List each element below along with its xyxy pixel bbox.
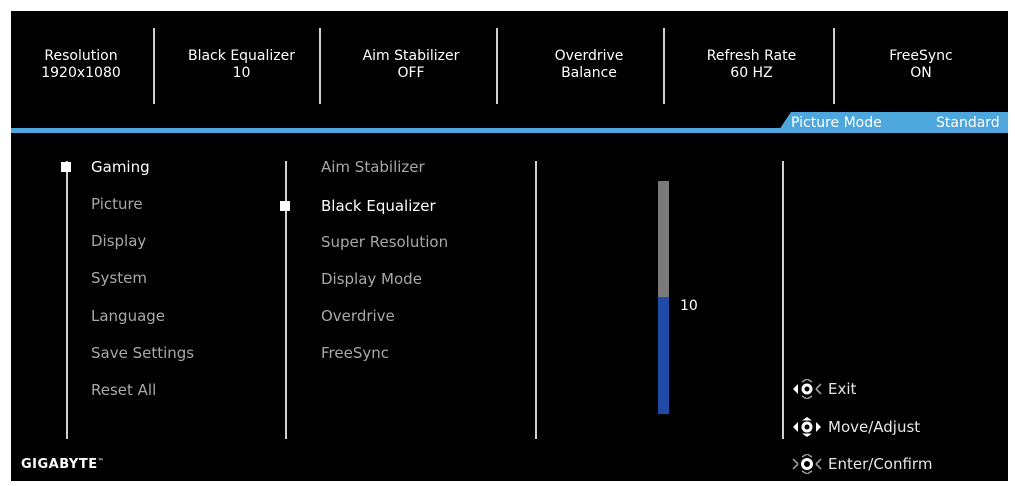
- status-label: FreeSync: [889, 48, 953, 64]
- joystick-press-icon: [792, 454, 822, 474]
- menu-item-system[interactable]: System: [91, 269, 147, 287]
- status-divider: [833, 28, 835, 104]
- status-label: Aim Stabilizer: [362, 48, 460, 64]
- status-value: OFF: [397, 65, 425, 81]
- joystick-left-icon: [793, 379, 822, 399]
- submenu-item-display-mode[interactable]: Display Mode: [321, 270, 422, 288]
- submenu-item-overdrive[interactable]: Overdrive: [321, 307, 395, 325]
- status-divider: [153, 28, 155, 104]
- menu-item-language[interactable]: Language: [91, 307, 165, 325]
- status-value: 60 HZ: [730, 65, 773, 81]
- status-aim-stabilizer: Aim Stabilizer OFF: [321, 48, 501, 82]
- status-resolution: Resolution 1920x1080: [16, 48, 146, 82]
- status-overdrive: Overdrive Balance: [499, 48, 679, 82]
- column-divider: [535, 161, 537, 439]
- help-label: Enter/Confirm: [828, 455, 933, 473]
- status-value: 10: [232, 65, 251, 81]
- menu-item-reset-all[interactable]: Reset All: [91, 381, 156, 399]
- status-freesync: FreeSync ON: [841, 48, 1001, 82]
- column-divider: [66, 161, 68, 439]
- status-divider: [663, 28, 665, 104]
- picture-mode-label: Picture Mode: [791, 115, 882, 131]
- joystick-all-directions-icon: [793, 417, 821, 437]
- status-label: Resolution: [44, 48, 118, 64]
- brand-name: GIGABYTE: [21, 457, 98, 472]
- trademark-mark: ™: [97, 458, 105, 465]
- help-label: Move/Adjust: [828, 418, 921, 436]
- status-refresh-rate: Refresh Rate 60 HZ: [669, 48, 834, 82]
- status-label: Black Equalizer: [187, 48, 295, 64]
- slider-fill: [658, 297, 669, 414]
- menu-item-display[interactable]: Display: [91, 232, 146, 250]
- status-divider: [496, 28, 498, 104]
- picture-mode-value: Standard: [936, 115, 1000, 131]
- selected-bullet: [280, 201, 290, 211]
- status-black-equalizer: Black Equalizer 10: [159, 48, 324, 82]
- column-divider: [782, 161, 784, 439]
- menu-item-save-settings[interactable]: Save Settings: [91, 344, 194, 362]
- status-bar: Resolution 1920x1080 Black Equalizer 10 …: [11, 11, 1008, 126]
- submenu-item-freesync[interactable]: FreeSync: [321, 344, 389, 362]
- status-value: Balance: [561, 65, 617, 81]
- slider-value: 10: [680, 298, 698, 314]
- black-equalizer-slider[interactable]: [658, 181, 669, 414]
- status-value: ON: [910, 65, 932, 81]
- submenu-item-black-equalizer[interactable]: Black Equalizer: [321, 197, 436, 215]
- submenu-item-aim-stabilizer[interactable]: Aim Stabilizer: [321, 158, 425, 176]
- status-label: Refresh Rate: [706, 48, 797, 64]
- menu-item-picture[interactable]: Picture: [91, 195, 143, 213]
- osd-screen: Resolution 1920x1080 Black Equalizer 10 …: [11, 11, 1008, 481]
- help-label: Exit: [828, 380, 857, 398]
- gigabyte-logo: GIGABYTE™: [21, 457, 104, 472]
- selected-bullet: [61, 162, 71, 172]
- status-value: 1920x1080: [41, 65, 121, 81]
- submenu-item-super-resolution[interactable]: Super Resolution: [321, 233, 448, 251]
- menu-item-gaming[interactable]: Gaming: [91, 158, 150, 176]
- status-label: Overdrive: [554, 48, 624, 64]
